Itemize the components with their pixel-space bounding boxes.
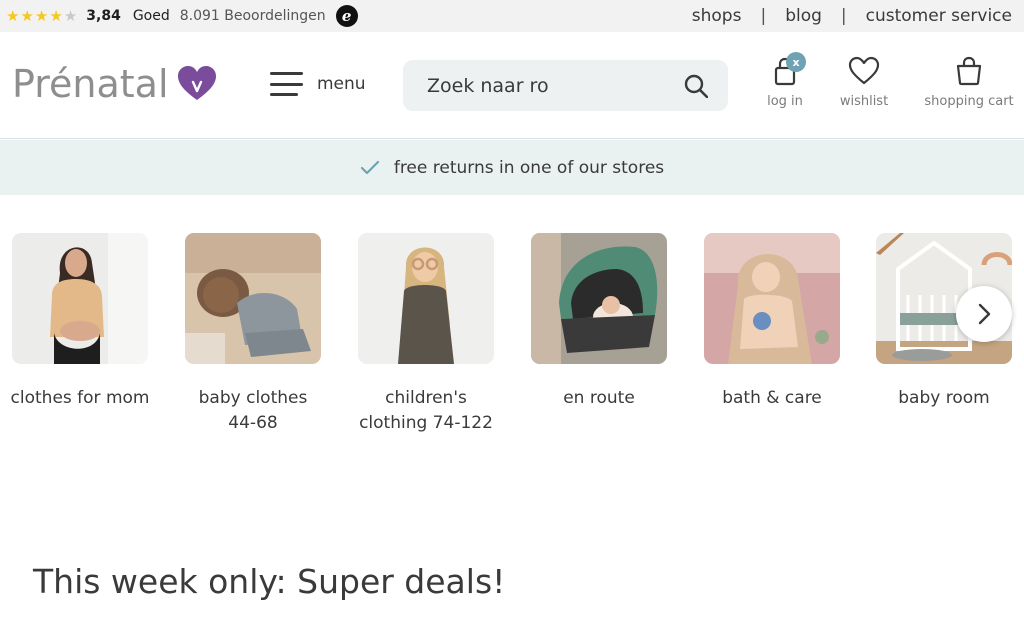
prenatal-logo[interactable]: Prénatal (12, 62, 217, 106)
star-icon: ★ (34, 6, 49, 25)
category-image (185, 233, 321, 364)
review-count[interactable]: 8.091 Beoordelingen (180, 8, 326, 24)
category-image (531, 233, 667, 364)
super-deals-heading: This week only: Super deals! (33, 562, 506, 601)
rating-grade: Goed (132, 8, 170, 24)
customer-service-link[interactable]: customer service (866, 6, 1012, 26)
login-button[interactable]: x log in (766, 52, 806, 109)
category-clothes-for-mom[interactable]: clothes for mom (10, 233, 150, 411)
bag-icon (956, 56, 982, 86)
heart-logo-icon (177, 66, 216, 100)
review-rating[interactable]: ★ ★ ★ ★ ★ 3,84 Goed 8.091 Beoordelingen … (6, 5, 358, 27)
star-icon: ★ (6, 6, 20, 25)
free-returns-notice: free returns in one of our stores (0, 140, 1024, 195)
carousel-next-button[interactable] (956, 286, 1012, 342)
rating-stars: ★ ★ ★ ★ ★ (6, 6, 78, 25)
rating-score: 3,84 (86, 8, 121, 24)
link-separator: | (840, 6, 847, 26)
category-en-route[interactable]: en route (531, 233, 667, 411)
shopping-cart-label: shopping cart (924, 94, 1014, 109)
logo-text: Prénatal (12, 62, 169, 106)
site-header: Prénatal menu x log in wishlist (0, 32, 1024, 139)
search-bar (403, 60, 728, 111)
star-icon: ★ (20, 6, 34, 25)
wishlist-label: wishlist (839, 94, 889, 109)
check-icon (360, 160, 379, 174)
search-icon[interactable] (684, 74, 708, 98)
category-label: clothes for mom (10, 388, 150, 408)
login-status-badge: x (786, 52, 806, 72)
heart-icon (848, 56, 880, 85)
login-label: log in (767, 94, 803, 109)
top-links: shops | blog | customer service (692, 0, 1012, 32)
category-label: bath & care (722, 388, 822, 408)
category-image (12, 233, 148, 364)
top-bar: ★ ★ ★ ★ ★ 3,84 Goed 8.091 Beoordelingen … (0, 0, 1024, 32)
trusted-shops-icon[interactable]: e (335, 5, 358, 27)
blog-link[interactable]: blog (785, 6, 822, 26)
star-icon: ★ (49, 6, 63, 25)
link-separator: | (760, 6, 767, 26)
hamburger-icon (270, 72, 303, 96)
wishlist-button[interactable]: wishlist (840, 56, 888, 109)
category-childrens-clothing-74-122[interactable]: children's clothing 74-122 (358, 233, 494, 436)
shops-link[interactable]: shops (692, 6, 742, 26)
category-label: children's clothing 74-122 (359, 388, 493, 433)
category-bath-and-care[interactable]: bath & care (704, 233, 840, 411)
star-icon: ★ (63, 6, 78, 25)
category-baby-clothes-44-68[interactable]: baby clothes 44-68 (185, 233, 321, 436)
shopping-cart-button[interactable]: shopping cart (924, 56, 1014, 109)
chevron-right-icon (978, 303, 991, 325)
category-label: baby clothes 44-68 (198, 388, 308, 433)
category-image (358, 233, 494, 364)
notice-text: free returns in one of our stores (393, 157, 665, 178)
category-image (704, 233, 840, 364)
menu-button[interactable]: menu (270, 72, 366, 96)
category-label: en route (563, 388, 635, 408)
search-input[interactable] (427, 60, 677, 111)
menu-label: menu (317, 74, 366, 94)
category-carousel: clothes for mom baby clothes 44-68 child… (10, 233, 1012, 473)
category-label: baby room (898, 388, 990, 408)
